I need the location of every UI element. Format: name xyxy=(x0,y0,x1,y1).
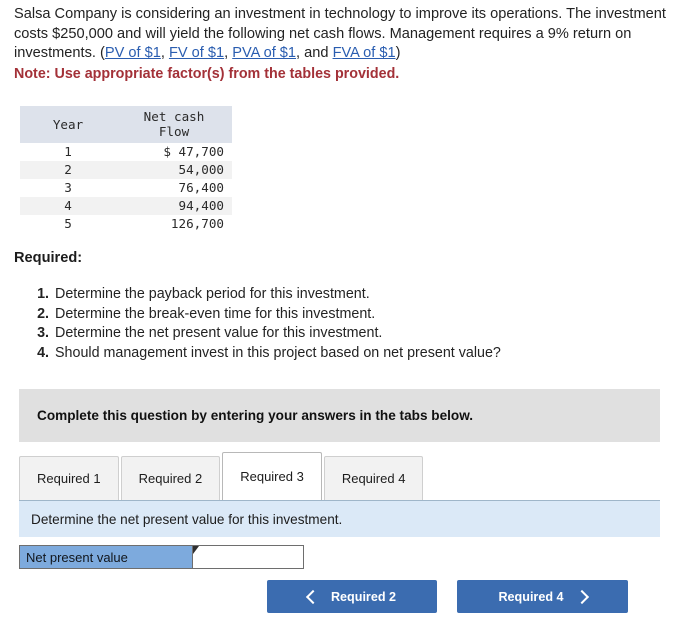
required-list: 1. Determine the payback period for this… xyxy=(34,285,501,363)
table-body: 1 $ 47,700 2 54,000 3 76,400 4 94,400 5 … xyxy=(20,143,232,233)
answer-input-wrapper[interactable] xyxy=(192,546,303,568)
table-row: 4 94,400 xyxy=(20,197,232,215)
problem-statement: Salsa Company is considering an investme… xyxy=(14,5,674,84)
list-item-label: Determine the net present value for this… xyxy=(55,325,383,342)
question-panel: Determine the net present value for this… xyxy=(19,500,660,537)
list-item: 1. Determine the payback period for this… xyxy=(34,285,501,305)
table-row: 2 54,000 xyxy=(20,161,232,179)
link-sep-4: ) xyxy=(395,45,401,61)
instruction-banner: Complete this question by entering your … xyxy=(19,389,660,442)
table-row: 5 126,700 xyxy=(20,215,232,233)
tab-required-3[interactable]: Required 3 xyxy=(222,452,322,500)
list-item-number: 4. xyxy=(37,344,49,361)
header-line-1: Net cash xyxy=(143,109,205,124)
cell-amount: 126,700 xyxy=(170,216,224,231)
table-row: 1 $ 47,700 xyxy=(20,143,232,161)
list-item-number: 3. xyxy=(37,325,49,342)
list-item-label: Determine the break-even time for this i… xyxy=(55,305,376,322)
cell-amount: 76,400 xyxy=(178,180,225,195)
next-required-label: Required 4 xyxy=(498,589,564,604)
cell-year: 4 xyxy=(20,197,116,215)
instruction-banner-text: Complete this question by entering your … xyxy=(37,408,474,423)
link-fv-of-1[interactable]: FV of $1 xyxy=(169,45,224,61)
cell-amount: 94,400 xyxy=(116,197,232,215)
cell-year: 1 xyxy=(64,144,72,159)
next-required-button[interactable]: Required 4 xyxy=(457,580,628,613)
link-pv-of-1[interactable]: PV of $1 xyxy=(105,45,161,61)
table-header-row: Year Net cash Flow xyxy=(20,106,232,143)
list-item: 3. Determine the net present value for t… xyxy=(34,324,501,344)
tab-required-1[interactable]: Required 1 xyxy=(19,456,119,500)
tab-required-2[interactable]: Required 2 xyxy=(120,456,221,500)
question-panel-text: Determine the net present value for this… xyxy=(31,511,343,527)
list-item-label: Should management invest in this project… xyxy=(55,344,501,361)
cell-amount: $ 47,700 xyxy=(163,144,224,159)
cell-year: 5 xyxy=(64,216,72,231)
link-sep-3: , and xyxy=(296,45,333,61)
required-heading: Required: xyxy=(14,250,83,266)
cell-amount: 54,000 xyxy=(116,161,232,179)
note-text: Note: Use appropriate factor(s) from the… xyxy=(14,65,400,82)
cell-year: 2 xyxy=(20,161,116,179)
link-fva-of-1[interactable]: FVA of $1 xyxy=(333,45,396,61)
chevron-right-icon xyxy=(574,589,589,604)
net-present-value-input[interactable] xyxy=(193,546,303,568)
header-line-2: Flow xyxy=(158,124,190,139)
link-sep-1: , xyxy=(160,45,169,61)
list-item: 2. Determine the break-even time for thi… xyxy=(34,305,501,325)
previous-required-button[interactable]: Required 2 xyxy=(267,580,437,613)
link-pva-of-1[interactable]: PVA of $1 xyxy=(232,45,296,61)
table-row: 3 76,400 xyxy=(20,179,232,197)
tab-required-4[interactable]: Required 4 xyxy=(323,456,424,500)
list-item-number: 2. xyxy=(37,305,49,322)
answer-label: Net present value xyxy=(20,546,192,568)
list-item: 4. Should management invest in this proj… xyxy=(34,344,501,364)
net-cash-flow-table: Year Net cash Flow 1 $ 47,700 2 54,000 3… xyxy=(20,106,232,233)
list-item-number: 1. xyxy=(37,286,49,302)
answer-row: Net present value xyxy=(19,545,304,569)
chevron-left-icon xyxy=(305,589,321,604)
tab-strip: Required 1 Required 2 Required 3 Require… xyxy=(19,452,425,500)
link-sep-2: , xyxy=(224,45,233,61)
list-item-label: Determine the payback period for this in… xyxy=(55,286,370,302)
column-header-year: Year xyxy=(20,106,116,143)
column-header-net-cash-flow: Net cash Flow xyxy=(116,106,232,143)
cell-year: 3 xyxy=(64,180,72,195)
previous-required-label: Required 2 xyxy=(330,589,397,604)
